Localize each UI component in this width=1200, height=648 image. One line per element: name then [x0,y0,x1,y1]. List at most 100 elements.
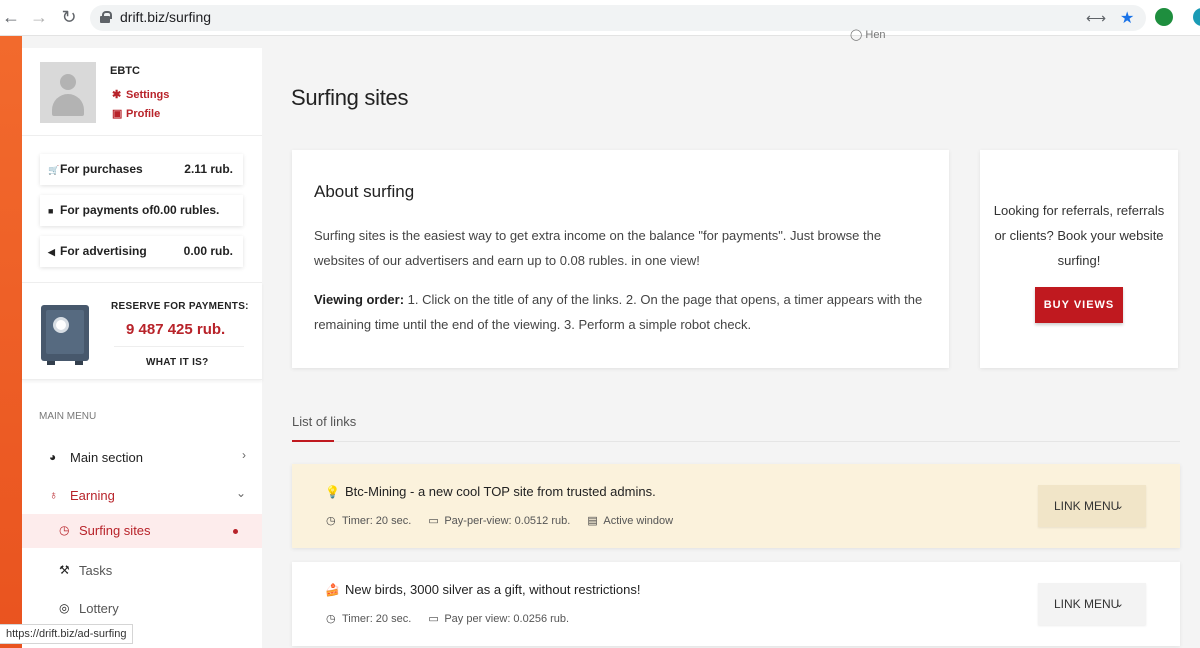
balance-value: 2.11 rub. [184,162,233,176]
top-hint: ◯ Hen [850,29,886,41]
link-meta: ◷ Timer: 20 sec. ▭ Pay per view: 0.0256 ru… [326,612,583,625]
balance-payments[interactable]: ■ For payments of0.00 rubles. [40,195,243,226]
address-bar[interactable]: drift.biz/surfing ⟷ ★ [90,5,1146,31]
menu-item-label: Earning [70,488,115,503]
page-title: Surfing sites [291,85,409,110]
divider [114,346,244,347]
safe-icon [41,305,89,365]
balance-value: 0.00 rubles. [153,203,220,217]
lightbulb-icon: 💡 [325,485,340,499]
translate-icon[interactable]: ⟷ [1086,10,1106,27]
reload-icon[interactable]: ↻ [58,6,80,28]
link-meta: ◷ Timer: 20 sec. ▭ Pay-per-view: 0.0512 ru… [326,514,687,527]
link-title-text: New birds, 3000 silver as a gift, withou… [345,582,641,597]
tab-list-of-links[interactable]: List of links [292,414,356,429]
avatar[interactable] [40,62,96,123]
buy-views-card: Looking for referrals, referrals or clie… [980,150,1178,368]
buy-views-text: Looking for referrals, referrals or clie… [993,203,1165,268]
reserve-block: RESERVE FOR PAYMENTS: 9 487 425 rub. WHA… [22,282,262,380]
safe-dial [53,317,69,333]
gear-icon: ✱ [112,89,122,101]
wallet-icon: ▭ [428,613,439,625]
viewing-order-text: 1. Click on the title of any of the link… [314,292,923,332]
menu-item-label: Main section [70,450,143,465]
viewing-order-label: Viewing order: [314,292,405,307]
hammer-icon: ⚒ [59,563,70,577]
safe-door [46,310,84,354]
balance-label: For payments of [60,203,154,217]
extension-icon[interactable] [1193,8,1200,26]
about-title: About surfing [314,182,415,201]
menu-item-label: Surfing sites [79,523,151,538]
safe-leg [47,361,55,365]
link-title[interactable]: 🍰 New birds, 3000 silver as a gift, witho… [325,582,641,597]
link-menu-button[interactable]: LINK MENU ⌄ [1038,485,1146,527]
menu-item-label: Tasks [79,563,113,578]
timer-icon: ◷ [59,523,70,537]
window-icon: ▤ [587,515,598,527]
balance-value: 0.00 rub. [183,244,233,258]
settings-link[interactable]: ✱ Settings [112,88,169,101]
extension-shield-icon[interactable] [1155,8,1173,26]
reserve-value: 9 487 425 rub. [126,321,226,338]
link-menu-label: LINK MENU [1054,499,1120,513]
menu-title: MAIN MENU [39,411,97,422]
link-timer: Timer: 20 sec. [342,613,412,625]
avatar-body [52,94,84,116]
link-menu-label: LINK MENU [1054,597,1120,611]
link-pay: Pay per view: 0.0256 rub. [444,613,570,625]
link-window: Active window [603,515,674,527]
buy-views-button[interactable]: BUY VIEWS [1035,287,1123,323]
money-bag-icon: ♁ [49,488,58,502]
lock-icon [100,11,112,23]
wallet-icon: ■ [48,206,54,216]
profile-block: EBTC ✱ Settings ▣ Profile [22,48,262,136]
profile-link[interactable]: ▣ Profile [112,107,160,120]
left-accent-strip [0,36,22,648]
menu-item-main-section[interactable]: ◕ Main section › [22,441,262,475]
back-icon[interactable]: ← [0,6,22,28]
menu-item-lottery[interactable]: ◎ Lottery [22,592,262,626]
reserve-info-link[interactable]: WHAT IT IS? [146,357,209,368]
username: EBTC [110,65,140,77]
wallet-icon: ▭ [428,515,439,527]
safe-leg [75,361,83,365]
cake-icon: 🍰 [325,583,340,597]
link-timer: Timer: 20 sec. [342,515,412,527]
link-pay: Pay-per-view: 0.0512 rub. [444,515,571,527]
balance-advertising[interactable]: ◀ For advertising 0.00 rub. [40,236,243,267]
clock-icon: ◷ [326,515,336,527]
tab-divider [292,441,1180,442]
chevron-right-icon: › [242,448,246,462]
menu-item-surfing-sites[interactable]: ◷ Surfing sites [22,514,262,548]
about-card: About surfing Surfing sites is the easie… [292,150,949,368]
bookmark-star-icon[interactable]: ★ [1120,8,1134,28]
url-text[interactable]: drift.biz/surfing [120,9,211,25]
chevron-down-icon: ⌄ [235,486,246,500]
top-hint-text: Hen [865,29,886,41]
menu-item-earning[interactable]: ♁ Earning ⌄ [22,479,262,513]
chevron-down-icon: ⌄ [1114,598,1124,610]
status-bar-url: https://drift.biz/ad-surfing [0,624,134,644]
viewing-order-paragraph: Viewing order: 1. Click on the title of … [314,287,934,337]
balance-label: For advertising [60,244,147,258]
avatar-head [60,74,76,90]
about-paragraph: Surfing sites is the easiest way to get … [314,228,882,268]
chevron-down-icon: ⌄ [1114,500,1124,512]
menu-item-tasks[interactable]: ⚒ Tasks [22,554,262,588]
balance-purchases[interactable]: 🛒For purchases 2.11 rub. [40,154,243,185]
clock-icon: ◷ [326,613,336,625]
forward-icon[interactable]: → [28,6,50,28]
settings-label: Settings [126,89,170,101]
menu-item-label: Lottery [79,601,119,616]
cart-icon: 🛒 [48,165,60,175]
browser-toolbar: ← → ↻ drift.biz/surfing ⟷ ★ [0,0,1200,36]
reserve-label: RESERVE FOR PAYMENTS: [111,301,249,312]
link-title-text: Btc-Mining - a new cool TOP site from tr… [345,484,656,499]
link-title[interactable]: 💡 Btc-Mining - a new cool TOP site from t… [325,484,656,499]
balance-label: For purchases [60,162,143,176]
link-menu-button[interactable]: LINK MENU ⌄ [1038,583,1146,625]
megaphone-icon: ◀ [48,247,55,257]
sidebar: EBTC ✱ Settings ▣ Profile 🛒For purchases 2… [22,48,262,648]
link-card: 💡 Btc-Mining - a new cool TOP site from t… [292,464,1180,548]
